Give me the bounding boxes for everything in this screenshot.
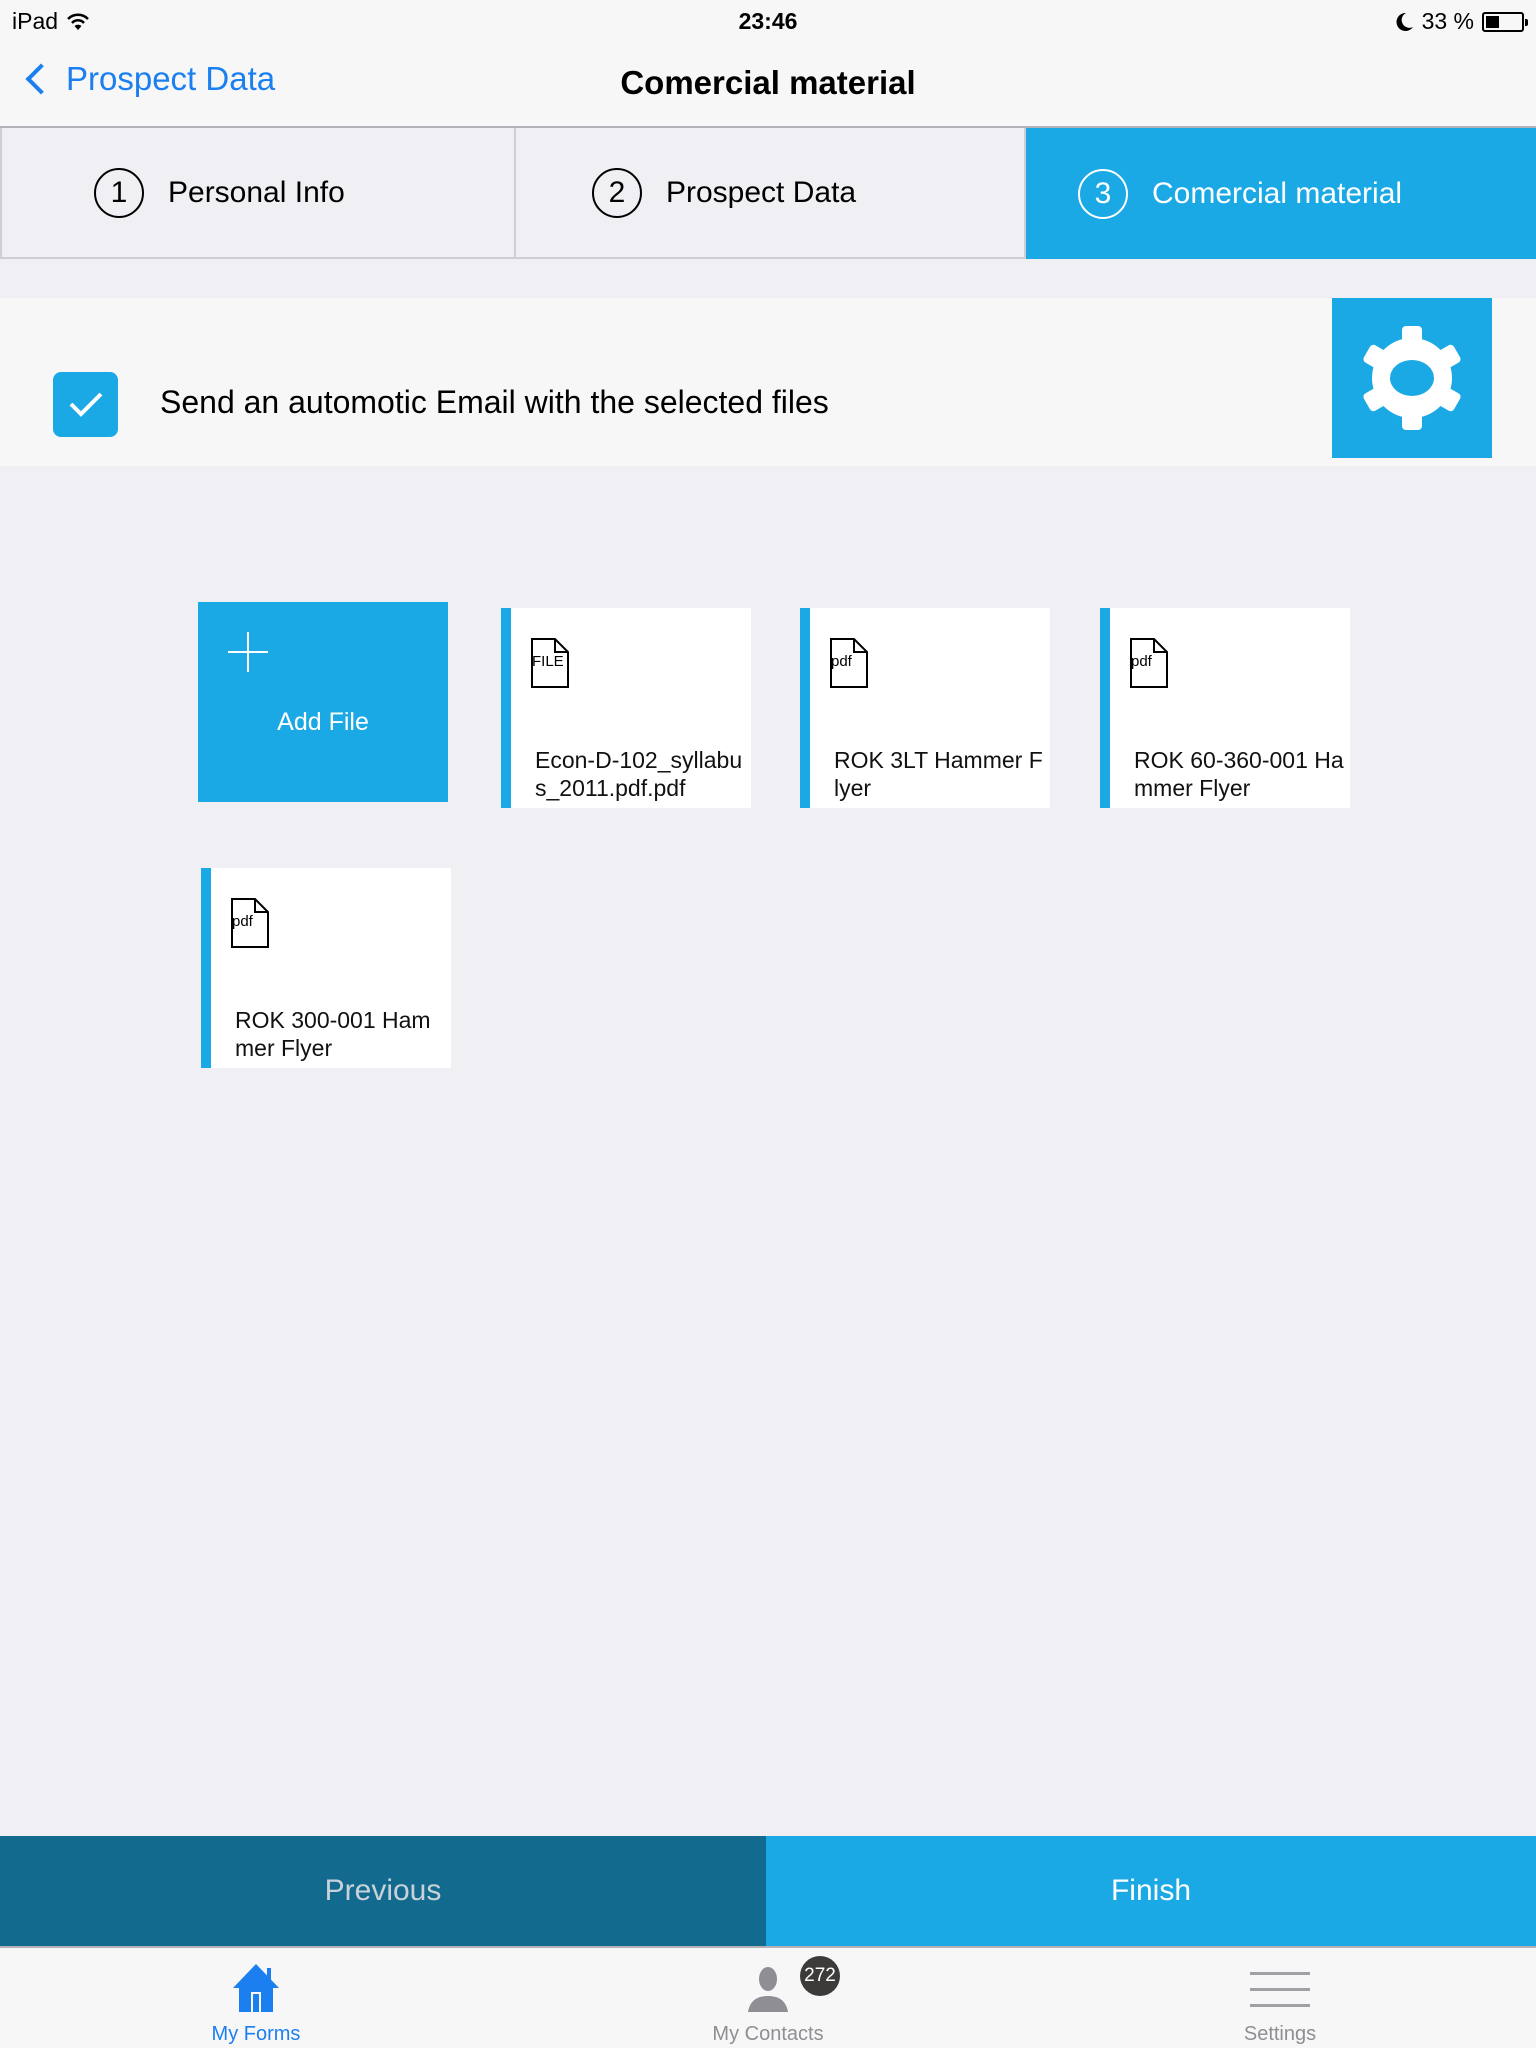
action-bar: Previous Finish — [0, 1836, 1536, 1946]
checkmark-icon — [69, 392, 103, 417]
tab-comercial-material[interactable]: 3 Comercial material — [1026, 128, 1536, 259]
contacts-count-badge: 272 — [800, 1956, 840, 1996]
step-number: 3 — [1078, 168, 1128, 219]
file-type-label: pdf — [831, 653, 852, 670]
tab-label: My Forms — [211, 2023, 301, 2045]
tab-label: My Contacts — [712, 2023, 824, 2045]
tab-my-forms[interactable]: My Forms — [0, 1948, 512, 2048]
step-number: 1 — [94, 167, 144, 218]
menu-icon — [1250, 1972, 1310, 2007]
add-file-label: Add File — [277, 708, 369, 736]
finish-button[interactable]: Finish — [766, 1836, 1536, 1946]
person-icon — [748, 1967, 788, 2012]
step-tabs: 1 Personal Info 2 Prospect Data 3 Comerc… — [0, 128, 1536, 259]
file-type-label: pdf — [1131, 653, 1152, 670]
tab-settings[interactable]: Settings — [1024, 1948, 1536, 2048]
status-time: 23:46 — [738, 8, 798, 34]
navigation-bar: Prospect Data Comercial material — [0, 40, 1536, 128]
step-label: Personal Info — [168, 175, 345, 209]
plus-icon — [228, 632, 268, 672]
file-card[interactable]: pdf ROK 60-360-001 Hammer Flyer — [1100, 608, 1350, 808]
battery-level — [1486, 15, 1499, 28]
email-option-row — [0, 298, 1536, 466]
file-name: ROK 60-360-001 Hammer Flyer — [1134, 747, 1344, 801]
home-icon — [233, 1964, 279, 2012]
file-card[interactable]: pdf ROK 300-001 Hammer Flyer — [201, 868, 451, 1068]
step-number: 2 — [592, 167, 642, 218]
step-label: Prospect Data — [666, 175, 857, 209]
file-type-label: pdf — [232, 913, 253, 930]
page-title: Comercial material — [620, 64, 916, 101]
status-right: 33 % — [1396, 8, 1528, 35]
battery-percent: 33 % — [1421, 8, 1474, 34]
tab-label: Settings — [1243, 2023, 1317, 2045]
file-type-label: FILE — [532, 653, 564, 670]
file-name: ROK 3LT Hammer Flyer — [834, 747, 1043, 801]
file-card[interactable]: FILE Econ-D-102_syllabus_2011.pdf.pdf — [501, 608, 751, 808]
previous-button[interactable]: Previous — [0, 1836, 766, 1946]
send-email-label: Send an automotic Email with the selecte… — [160, 384, 829, 420]
gear-icon — [1363, 326, 1461, 430]
moon-icon — [1396, 12, 1413, 31]
file-name: Econ-D-102_syllabus_2011.pdf.pdf — [535, 747, 743, 801]
settings-gear-button[interactable] — [1332, 298, 1492, 458]
file-name: ROK 300-001 Hammer Flyer — [235, 1007, 431, 1061]
status-bar: iPad 23:46 33 % — [0, 0, 1536, 40]
tab-prospect-data[interactable]: 2 Prospect Data — [516, 128, 1026, 259]
step-label: Comercial material — [1152, 176, 1403, 210]
send-email-checkbox[interactable] — [53, 372, 118, 437]
add-file-button[interactable]: Add File — [198, 602, 448, 802]
tab-personal-info[interactable]: 1 Personal Info — [0, 128, 516, 259]
tab-bar: My Forms My Contacts Settings — [0, 1946, 1536, 2048]
battery-icon — [1482, 11, 1528, 32]
tab-my-contacts[interactable]: My Contacts — [512, 1948, 1024, 2048]
file-card[interactable]: pdf ROK 3LT Hammer Flyer — [800, 608, 1050, 808]
